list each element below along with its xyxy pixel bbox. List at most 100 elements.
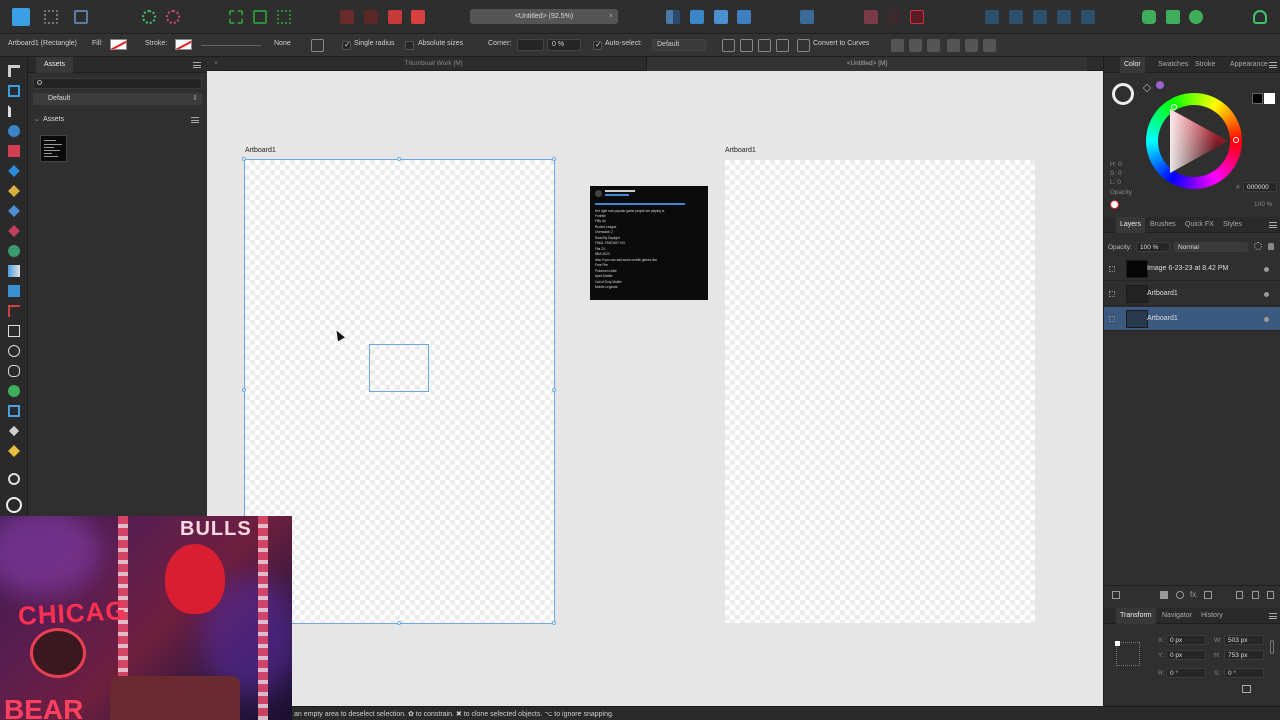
assets-tab[interactable]: Assets (36, 57, 74, 73)
blend-mode-dropdown[interactable]: Normal (1174, 242, 1248, 252)
tab-color[interactable]: Color (1120, 57, 1145, 73)
geometry-icon[interactable] (910, 10, 924, 24)
section-menu-icon[interactable] (191, 117, 199, 123)
snapping-icon[interactable] (1142, 10, 1156, 24)
close-document-icon[interactable]: × (609, 9, 613, 24)
lock-icon[interactable] (1268, 243, 1274, 250)
w-field[interactable]: 503 px (1224, 635, 1264, 645)
tab-navigator[interactable]: Navigator (1162, 608, 1192, 624)
contour-tool-icon[interactable] (8, 125, 20, 137)
color-picker-icon[interactable] (1142, 83, 1152, 93)
vector-crop-tool-icon[interactable] (8, 445, 20, 457)
convert-curves-icon[interactable] (797, 39, 810, 52)
handle-middle-right[interactable] (552, 388, 556, 392)
s-field[interactable]: 0 ° (1224, 668, 1264, 678)
tab-quick-fx[interactable]: Quick FX (1185, 217, 1214, 233)
tab-history[interactable]: History (1201, 608, 1223, 624)
snap-option-1-icon[interactable] (229, 10, 243, 24)
layer-grip-icon[interactable] (1109, 316, 1115, 322)
tweet-image[interactable]: Hot right now popular game people are pl… (590, 186, 708, 300)
shape-tool-icon[interactable] (8, 365, 20, 377)
fill-tool-icon[interactable] (8, 245, 20, 257)
boolean-add-icon[interactable] (340, 10, 354, 24)
color-opacity-value[interactable]: 100 % (1254, 201, 1272, 208)
boolean-subtract-icon[interactable] (364, 10, 378, 24)
boolean-divide-icon[interactable] (411, 10, 425, 24)
tab-untitled[interactable]: <Untitled> [M] (647, 57, 1087, 71)
tab-appearance[interactable]: Appearance (1230, 57, 1268, 73)
app-logo-icon[interactable] (12, 8, 30, 26)
studio-icon[interactable] (1166, 10, 1180, 24)
stroke-swatch[interactable] (175, 39, 192, 50)
convert-to-curves-button[interactable]: Convert to Curves (813, 40, 869, 47)
layer-grip-icon[interactable] (1109, 266, 1115, 272)
auto-select-checkbox[interactable] (593, 40, 602, 50)
single-radius-checkbox[interactable] (342, 40, 351, 50)
snap-option-2-icon[interactable] (253, 10, 267, 24)
color-swatch-icon[interactable] (6, 497, 22, 513)
handle-bottom-right[interactable] (552, 621, 556, 625)
link-proportions-icon[interactable] (1270, 640, 1274, 654)
transform-options-icon[interactable] (1242, 685, 1251, 693)
align-right-icon[interactable] (927, 39, 940, 52)
corner-type-dropdown[interactable] (517, 39, 544, 51)
delete-layer-icon[interactable] (1267, 591, 1274, 599)
place-image-tool-icon[interactable] (8, 285, 20, 297)
node-tool-icon[interactable] (8, 105, 20, 117)
layer-opacity-field[interactable]: 100 % (1136, 242, 1170, 252)
fill-stroke-selector-icon[interactable] (1112, 83, 1134, 105)
assets-section-header[interactable]: ⌄ Assets (33, 114, 202, 126)
insert-front-icon[interactable] (1033, 10, 1047, 24)
corner-value-field[interactable]: 0 % (547, 39, 581, 51)
document-title-pill[interactable]: <Untitled> (92.5%) × (470, 9, 618, 24)
color-picker-tool-icon[interactable] (8, 425, 20, 437)
stroke-width-value[interactable]: None (274, 40, 291, 47)
boolean-intersect-icon[interactable] (388, 10, 402, 24)
insert-inside-icon[interactable] (985, 10, 999, 24)
tab-swatches[interactable]: Swatches (1158, 57, 1188, 73)
pencil-tool-icon[interactable] (8, 185, 20, 197)
stroke-width-slider[interactable] (201, 45, 261, 46)
artboard-tool-icon[interactable] (8, 85, 20, 97)
auto-select-dropdown[interactable]: Default (652, 39, 706, 51)
hex-input[interactable]: 000000 (1243, 182, 1277, 192)
ellipse-tool-icon[interactable] (8, 345, 20, 357)
stroke-settings-gear-icon[interactable] (311, 39, 324, 52)
pen-tool-icon[interactable] (8, 165, 20, 177)
layer-row-selected[interactable]: Artboard1 (1104, 307, 1280, 331)
pixel-persona-icon[interactable] (44, 10, 58, 24)
layer-grip-icon[interactable] (1109, 291, 1115, 297)
arrange-icon[interactable] (887, 10, 901, 24)
vector-brush-tool-icon[interactable] (8, 205, 20, 217)
selected-rectangle[interactable] (369, 344, 429, 392)
distribute-icon[interactable] (758, 39, 771, 52)
fill-swatch[interactable] (110, 39, 127, 50)
asset-thumbnail[interactable] (40, 135, 67, 162)
transparency-tool-icon[interactable] (8, 385, 20, 397)
transform-icon[interactable] (864, 10, 878, 24)
gradient-tool-icon[interactable] (8, 265, 20, 277)
paint-brush-tool-icon[interactable] (8, 225, 20, 237)
move-tool-icon[interactable] (8, 65, 20, 77)
assets-category-dropdown[interactable]: Default ⇕ (33, 93, 202, 105)
layer-settings-gear-icon[interactable] (1254, 242, 1262, 250)
recent-color-icon[interactable] (1156, 81, 1164, 89)
color-triangle-handle[interactable] (1171, 104, 1177, 110)
tab-thumbnail-work[interactable]: Thumbnail Work [M] (221, 57, 647, 71)
assets-search-input[interactable] (33, 78, 202, 89)
visibility-dot-icon[interactable] (1264, 292, 1269, 297)
rotate-right-icon[interactable] (737, 10, 751, 24)
tab-brushes[interactable]: Brushes (1150, 217, 1176, 233)
tab-stroke[interactable]: Stroke (1195, 57, 1215, 73)
crop-tool-icon[interactable] (8, 305, 20, 317)
export-persona-icon[interactable] (74, 10, 88, 24)
opacity-none-icon[interactable] (1110, 200, 1119, 209)
rectangle-tool-icon[interactable] (8, 325, 20, 337)
h-field[interactable]: 753 px (1224, 650, 1264, 660)
visibility-dot-icon[interactable] (1264, 317, 1269, 322)
grid-icon[interactable] (776, 39, 789, 52)
zoom-tool-icon[interactable] (8, 473, 20, 485)
tab-transform[interactable]: Transform (1116, 608, 1156, 624)
settings-gear-icon[interactable] (142, 10, 156, 24)
artboard2-label[interactable]: Artboard1 (725, 147, 756, 154)
